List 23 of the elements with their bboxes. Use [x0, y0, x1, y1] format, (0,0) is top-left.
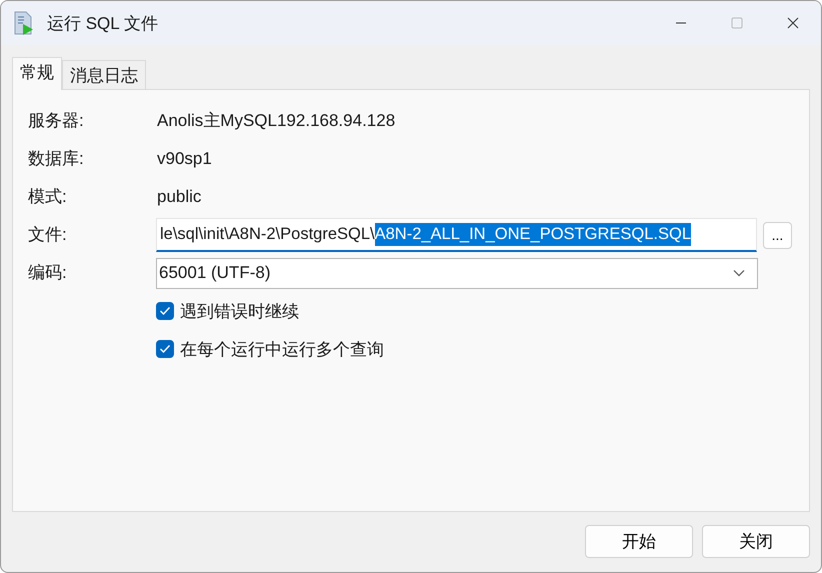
check-icon	[159, 344, 171, 354]
dialog-button[interactable]: 关闭	[702, 525, 810, 558]
field-label: 文件:	[28, 224, 68, 246]
checkbox[interactable]	[156, 302, 174, 320]
encoding-dropdown[interactable]: 65001 (UTF-8)	[156, 258, 758, 288]
tab[interactable]: 常规	[12, 57, 62, 90]
checkbox-label: 遇到错误时继续	[180, 300, 299, 322]
field-value: public	[156, 186, 202, 208]
check-icon	[159, 306, 171, 316]
browse-button[interactable]: ...	[763, 222, 792, 248]
dialog-button[interactable]: 开始	[585, 525, 693, 558]
checkbox-label: 在每个运行中运行多个查询	[180, 338, 384, 360]
field-label: 服务器:	[28, 110, 85, 132]
field-label: 编码:	[28, 262, 68, 284]
field-label: 数据库:	[28, 148, 85, 170]
checkbox[interactable]	[156, 340, 174, 358]
field-value: v90sp1	[156, 148, 213, 170]
document-play-icon	[14, 11, 34, 35]
window-title: 运行 SQL 文件	[47, 12, 158, 34]
tab[interactable]: 消息日志	[62, 60, 146, 89]
field-value: Anolis主MySQL192.168.94.128	[156, 110, 396, 132]
field-label: 模式:	[28, 186, 68, 208]
chevron-down-icon	[733, 269, 745, 277]
